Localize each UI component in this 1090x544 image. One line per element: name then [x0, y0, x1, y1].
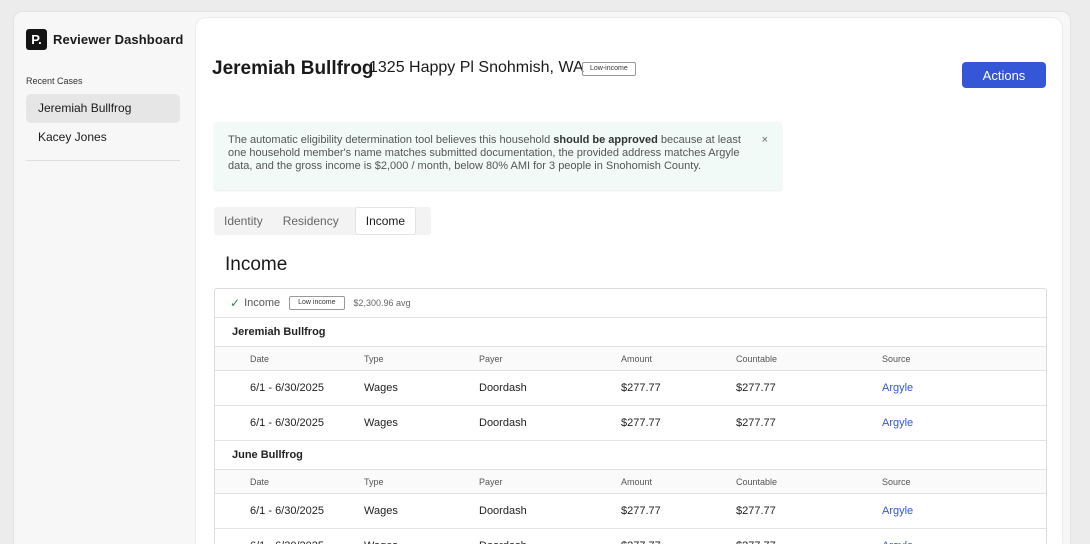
case-item-kacey-jones[interactable]: Kacey Jones	[26, 123, 180, 152]
cell-type: Wages	[364, 417, 398, 429]
cell-countable: $277.77	[736, 417, 776, 429]
logo: P.	[26, 29, 47, 50]
app-title: Reviewer Dashboard	[53, 32, 184, 47]
household-member-name: Jeremiah Bullfrog	[215, 318, 1046, 347]
cell-countable: $277.77	[736, 529, 776, 544]
income-average: $2,300.96 avg	[353, 298, 411, 308]
low-income-badge: Low income	[289, 296, 345, 310]
column-header-type: Type	[364, 354, 384, 364]
cell-amount: $277.77	[621, 505, 661, 517]
income-panel: ✓ Income Low income $2,300.96 avg Jeremi…	[214, 288, 1047, 544]
source-link[interactable]: Argyle	[882, 494, 913, 529]
column-header-amount: Amount	[621, 477, 653, 487]
tab-residency[interactable]: Residency	[273, 207, 349, 235]
brand: P. Reviewer Dashboard	[26, 29, 183, 50]
cell-amount: $277.77	[621, 529, 661, 544]
income-status-badge: Low-income	[582, 62, 636, 76]
app-frame: P. Reviewer Dashboard Recent Cases Jerem…	[14, 12, 1070, 544]
column-header-payer: Payer	[479, 354, 503, 364]
cell-type: Wages	[364, 382, 398, 394]
cell-date: 6/1 - 6/30/2025	[250, 382, 325, 394]
banner-emphasis: should be approved	[553, 134, 658, 146]
cell-payer: Doordash	[479, 505, 527, 517]
cell-date: 6/1 - 6/30/2025	[250, 505, 325, 517]
cell-amount: $277.77	[621, 382, 661, 394]
table-header: Date Type Payer Amount Countable Source	[215, 470, 1046, 494]
close-icon[interactable]: ×	[762, 134, 768, 147]
case-item-jeremiah-bullfrog[interactable]: Jeremiah Bullfrog	[26, 94, 180, 123]
actions-button[interactable]: Actions	[962, 62, 1046, 88]
cell-payer: Doordash	[479, 529, 527, 544]
table-row: 6/1 - 6/30/2025 Wages Doordash $277.77 $277.…	[215, 371, 1046, 406]
column-header-source: Source	[882, 477, 911, 487]
applicant-address: 1325 Happy Pl Snohmish, WA	[369, 59, 584, 76]
main-panel: Jeremiah Bullfrog 1325 Happy Pl Snohmish…	[196, 18, 1062, 544]
column-header-countable: Countable	[736, 354, 778, 364]
column-header-countable: Countable	[736, 477, 778, 487]
banner-text-before: The automatic eligibility determination …	[228, 134, 554, 146]
tab-identity[interactable]: Identity	[214, 207, 273, 235]
income-label: Income	[244, 297, 281, 309]
source-link[interactable]: Argyle	[882, 371, 913, 406]
cell-type: Wages	[364, 529, 398, 544]
cell-type: Wages	[364, 505, 398, 517]
check-icon: ✓	[230, 296, 241, 310]
recent-cases-list: Jeremiah Bullfrog Kacey Jones	[26, 94, 180, 152]
sidebar: P. Reviewer Dashboard Recent Cases Jerem…	[14, 12, 195, 544]
applicant-name: Jeremiah Bullfrog	[212, 58, 374, 79]
cell-payer: Doordash	[479, 417, 527, 429]
income-summary: ✓ Income Low income $2,300.96 avg	[215, 289, 1046, 318]
column-header-amount: Amount	[621, 354, 653, 364]
section-tabs: Identity Residency Income	[214, 207, 431, 235]
column-header-payer: Payer	[479, 477, 503, 487]
income-tables: Jeremiah Bullfrog Date Type Payer Amount Coun…	[215, 318, 1046, 544]
cell-date: 6/1 - 6/30/2025	[250, 417, 325, 429]
household-member-name: June Bullfrog	[215, 441, 1046, 470]
column-header-date: Date	[250, 354, 270, 364]
cell-countable: $277.77	[736, 505, 776, 517]
cell-countable: $277.77	[736, 382, 776, 394]
source-link[interactable]: Argyle	[882, 406, 913, 441]
table-row: 6/1 - 6/30/2025 Wages Doordash $277.77 $277.…	[215, 406, 1046, 441]
column-header-source: Source	[882, 354, 911, 364]
source-link[interactable]: Argyle	[882, 529, 913, 544]
table-row: 6/1 - 6/30/2025 Wages Doordash $277.77 $277.…	[215, 494, 1046, 529]
table-header: Date Type Payer Amount Countable Source	[215, 347, 1046, 371]
table-row: 6/1 - 6/30/2025 Wages Doordash $277.77 $277.…	[215, 529, 1046, 544]
column-header-date: Date	[250, 477, 270, 487]
sidebar-divider	[26, 160, 180, 161]
tab-income[interactable]: Income	[354, 207, 417, 235]
recent-cases-label: Recent Cases	[26, 76, 83, 86]
section-title: Income	[225, 254, 288, 275]
eligibility-banner: The automatic eligibility determination …	[214, 122, 782, 190]
column-header-type: Type	[364, 477, 384, 487]
cell-amount: $277.77	[621, 417, 661, 429]
cell-date: 6/1 - 6/30/2025	[250, 529, 324, 544]
cell-payer: Doordash	[479, 382, 527, 394]
